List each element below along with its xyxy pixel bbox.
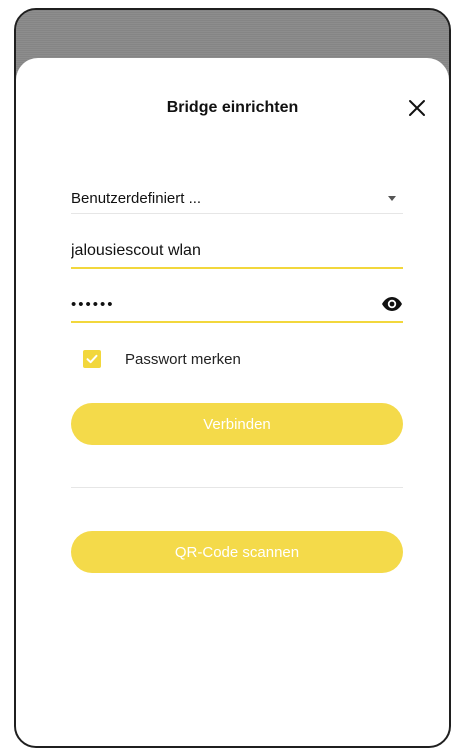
remember-password-checkbox[interactable] [83, 350, 101, 368]
device-frame: Bridge einrichten Benutzerdefiniert ... [14, 8, 451, 748]
password-field [71, 287, 403, 323]
close-button[interactable] [405, 96, 429, 120]
connect-button[interactable]: Verbinden [71, 403, 403, 445]
password-input[interactable] [71, 295, 381, 313]
eye-icon[interactable] [381, 296, 403, 312]
ssid-field [71, 235, 403, 269]
ssid-input[interactable] [71, 242, 403, 260]
network-select-value: Benutzerdefiniert ... [71, 190, 202, 207]
close-icon [409, 100, 425, 116]
divider [71, 487, 403, 488]
network-select[interactable]: Benutzerdefiniert ... [71, 184, 403, 214]
chevron-down-icon [388, 196, 396, 201]
check-icon [86, 354, 98, 364]
scan-qr-code-button[interactable]: QR-Code scannen [71, 531, 403, 573]
remember-password-label: Passwort merken [125, 350, 241, 368]
bottom-sheet-dialog: Bridge einrichten Benutzerdefiniert ... [16, 58, 449, 746]
dialog-title: Bridge einrichten [166, 99, 299, 116]
remember-password-option[interactable]: Passwort merken [83, 350, 241, 368]
